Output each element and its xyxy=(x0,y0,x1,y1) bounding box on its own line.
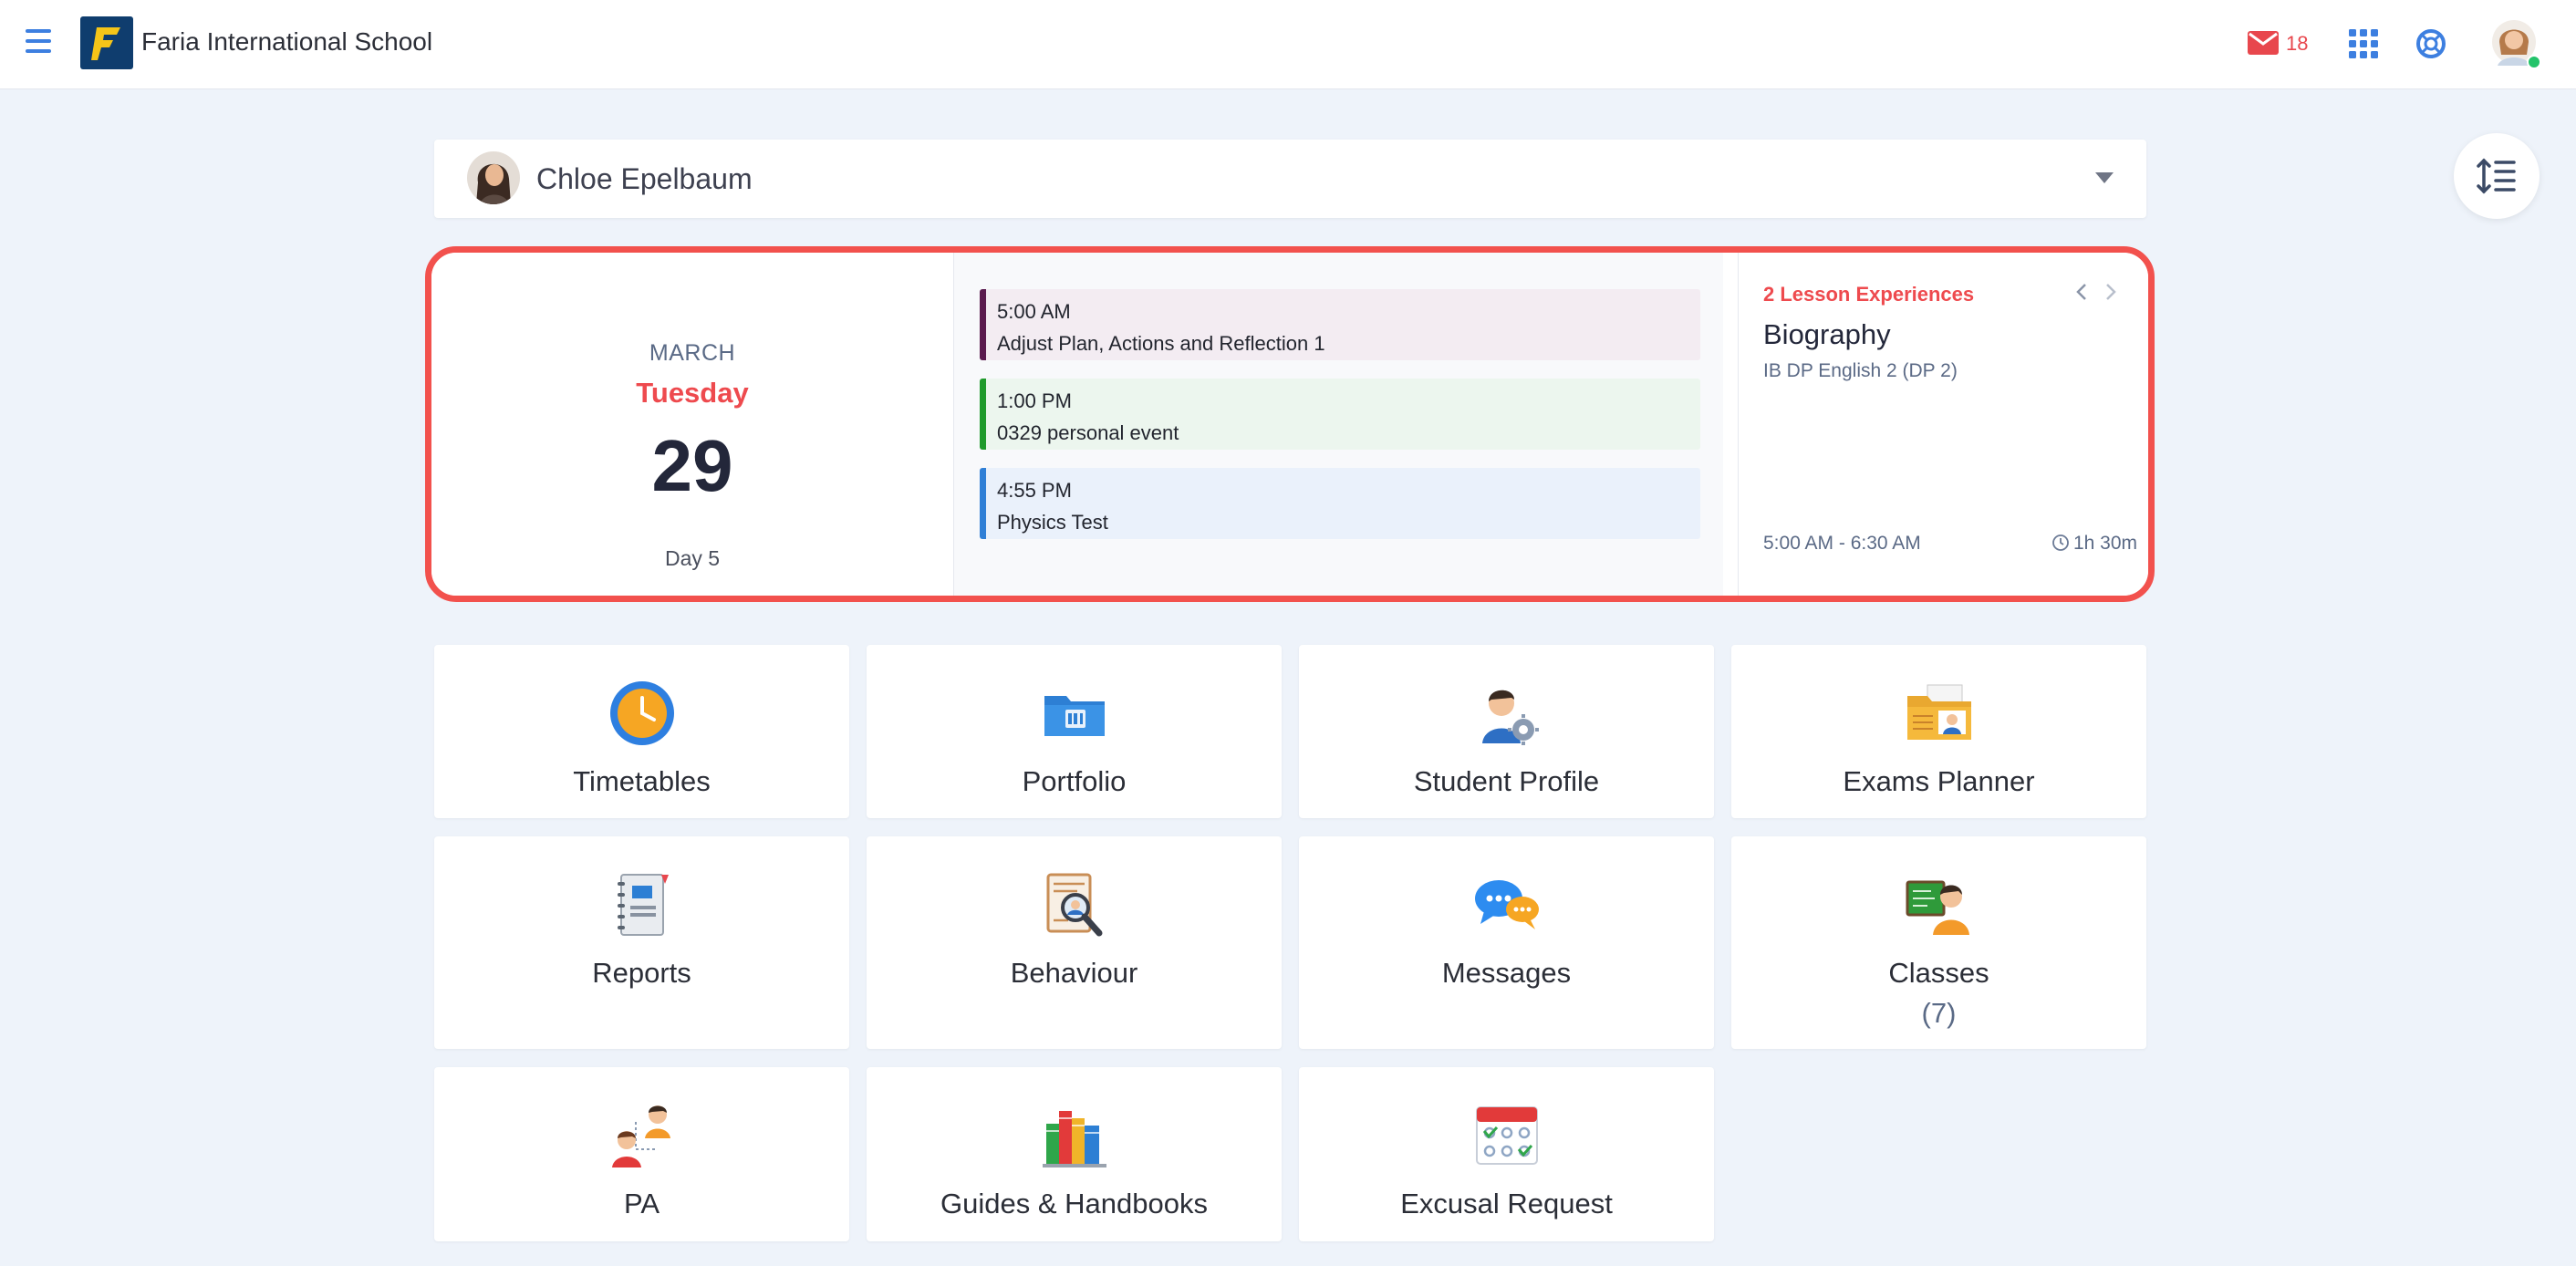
tile-reports[interactable]: Reports xyxy=(434,836,849,1049)
lesson-duration: 1h 30m xyxy=(2051,533,2137,555)
tile-label: Messages xyxy=(1441,957,1572,989)
event-title: Adjust Plan, Actions and Reflection 1 xyxy=(997,332,1325,355)
chat-bubbles-icon xyxy=(1474,880,1539,929)
event-title: Physics Test xyxy=(997,511,1108,534)
student-name: Chloe Epelbaum xyxy=(536,162,753,195)
parents-icon xyxy=(611,1105,670,1167)
student-profile-icon xyxy=(1481,690,1539,745)
online-status-dot xyxy=(2527,55,2541,69)
date-panel[interactable]: MARCH Tuesday 29 Day 5 xyxy=(431,253,953,596)
tile-label: Classes xyxy=(1888,957,1989,989)
today-calendar-card: MARCH Tuesday 29 Day 5 5:00 AM Adjust Pl… xyxy=(425,246,2155,602)
menu-icon[interactable] xyxy=(24,29,55,57)
behaviour-magnifier-icon xyxy=(1046,873,1102,937)
classes-count: (7) xyxy=(1921,997,1957,1029)
lesson-time-range: 5:00 AM - 6:30 AM xyxy=(1763,533,1921,554)
clock-icon xyxy=(609,681,674,745)
lesson-duration-text: 1h 30m xyxy=(2072,533,2137,554)
lesson-count-label: 2 Lesson Experiences xyxy=(1763,283,1975,306)
tile-label: Reports xyxy=(592,957,691,989)
classes-board-icon xyxy=(1906,880,1969,935)
day-number: 29 xyxy=(651,425,733,506)
mail-icon xyxy=(2248,31,2279,55)
cycle-day-label: Day 5 xyxy=(664,546,721,570)
tile-classes[interactable]: Classes (7) xyxy=(1731,836,2146,1049)
tile-student-profile[interactable]: Student Profile xyxy=(1299,645,1714,818)
tile-excusal-request[interactable]: Excusal Request xyxy=(1299,1067,1714,1241)
folder-icon xyxy=(1044,696,1105,736)
events-list: 5:00 AM Adjust Plan, Actions and Reflect… xyxy=(953,253,1723,596)
mail-button[interactable]: 18 xyxy=(2248,29,2313,58)
event-item[interactable]: 5:00 AM Adjust Plan, Actions and Reflect… xyxy=(980,289,1700,360)
student-selector[interactable]: Chloe Epelbaum xyxy=(434,140,2146,218)
help-lifebuoy-icon xyxy=(2416,29,2446,58)
lesson-class: IB DP English 2 (DP 2) xyxy=(1763,360,1958,381)
mail-count-badge: 18 xyxy=(2286,32,2309,55)
tile-label: Portfolio xyxy=(1022,765,1127,797)
event-time: 4:55 PM xyxy=(997,479,1072,502)
event-time: 1:00 PM xyxy=(997,389,1072,412)
apps-grid-button[interactable] xyxy=(2349,29,2378,58)
tile-behaviour[interactable]: Behaviour xyxy=(867,836,1282,1049)
tile-guides-handbooks[interactable]: Guides & Handbooks xyxy=(867,1067,1282,1241)
line-spacing-icon xyxy=(2477,158,2516,194)
tile-pa[interactable]: PA xyxy=(434,1067,849,1241)
tile-label: Behaviour xyxy=(1010,957,1138,989)
event-item[interactable]: 4:55 PM Physics Test xyxy=(980,468,1700,539)
app-title[interactable]: Faria International School xyxy=(141,27,432,57)
chevron-right-icon[interactable] xyxy=(2102,280,2120,304)
books-icon xyxy=(1042,1111,1106,1167)
tile-label: Timetables xyxy=(573,765,711,797)
exams-folder-icon xyxy=(1906,684,1971,740)
tile-messages[interactable]: Messages xyxy=(1299,836,1714,1049)
help-button[interactable] xyxy=(2415,28,2446,59)
user-avatar[interactable] xyxy=(2490,18,2541,69)
tile-portfolio[interactable]: Portfolio xyxy=(867,645,1282,818)
clock-icon xyxy=(2052,534,2069,551)
event-time: 5:00 AM xyxy=(997,300,1071,323)
event-item[interactable]: 1:00 PM 0329 personal event xyxy=(980,379,1700,450)
layout-density-button[interactable] xyxy=(2454,133,2540,219)
lesson-experience-panel[interactable]: 2 Lesson Experiences Biography IB DP Eng… xyxy=(1738,253,2148,596)
student-avatar xyxy=(467,151,520,204)
tile-label: PA xyxy=(623,1188,660,1219)
attendance-calendar-icon xyxy=(1475,1106,1538,1165)
tile-label: Guides & Handbooks xyxy=(940,1188,1208,1219)
report-cards-icon xyxy=(617,874,669,936)
chevron-left-icon[interactable] xyxy=(2072,280,2091,304)
school-logo[interactable] xyxy=(80,16,133,69)
lesson-title: Biography xyxy=(1763,318,1891,350)
tile-label: Student Profile xyxy=(1413,765,1600,797)
top-bar: Faria International School 18 xyxy=(0,0,2576,89)
tile-label: Exams Planner xyxy=(1843,765,2035,797)
tile-exams-planner[interactable]: Exams Planner xyxy=(1731,645,2146,818)
apps-grid-icon xyxy=(2349,29,2378,58)
event-title: 0329 personal event xyxy=(997,421,1179,444)
weekday-label: Tuesday xyxy=(636,377,749,409)
month-label: MARCH xyxy=(649,340,736,366)
tile-label: Excusal Request xyxy=(1400,1188,1613,1219)
chevron-down-icon xyxy=(2095,172,2114,183)
tile-timetables[interactable]: Timetables xyxy=(434,645,849,818)
